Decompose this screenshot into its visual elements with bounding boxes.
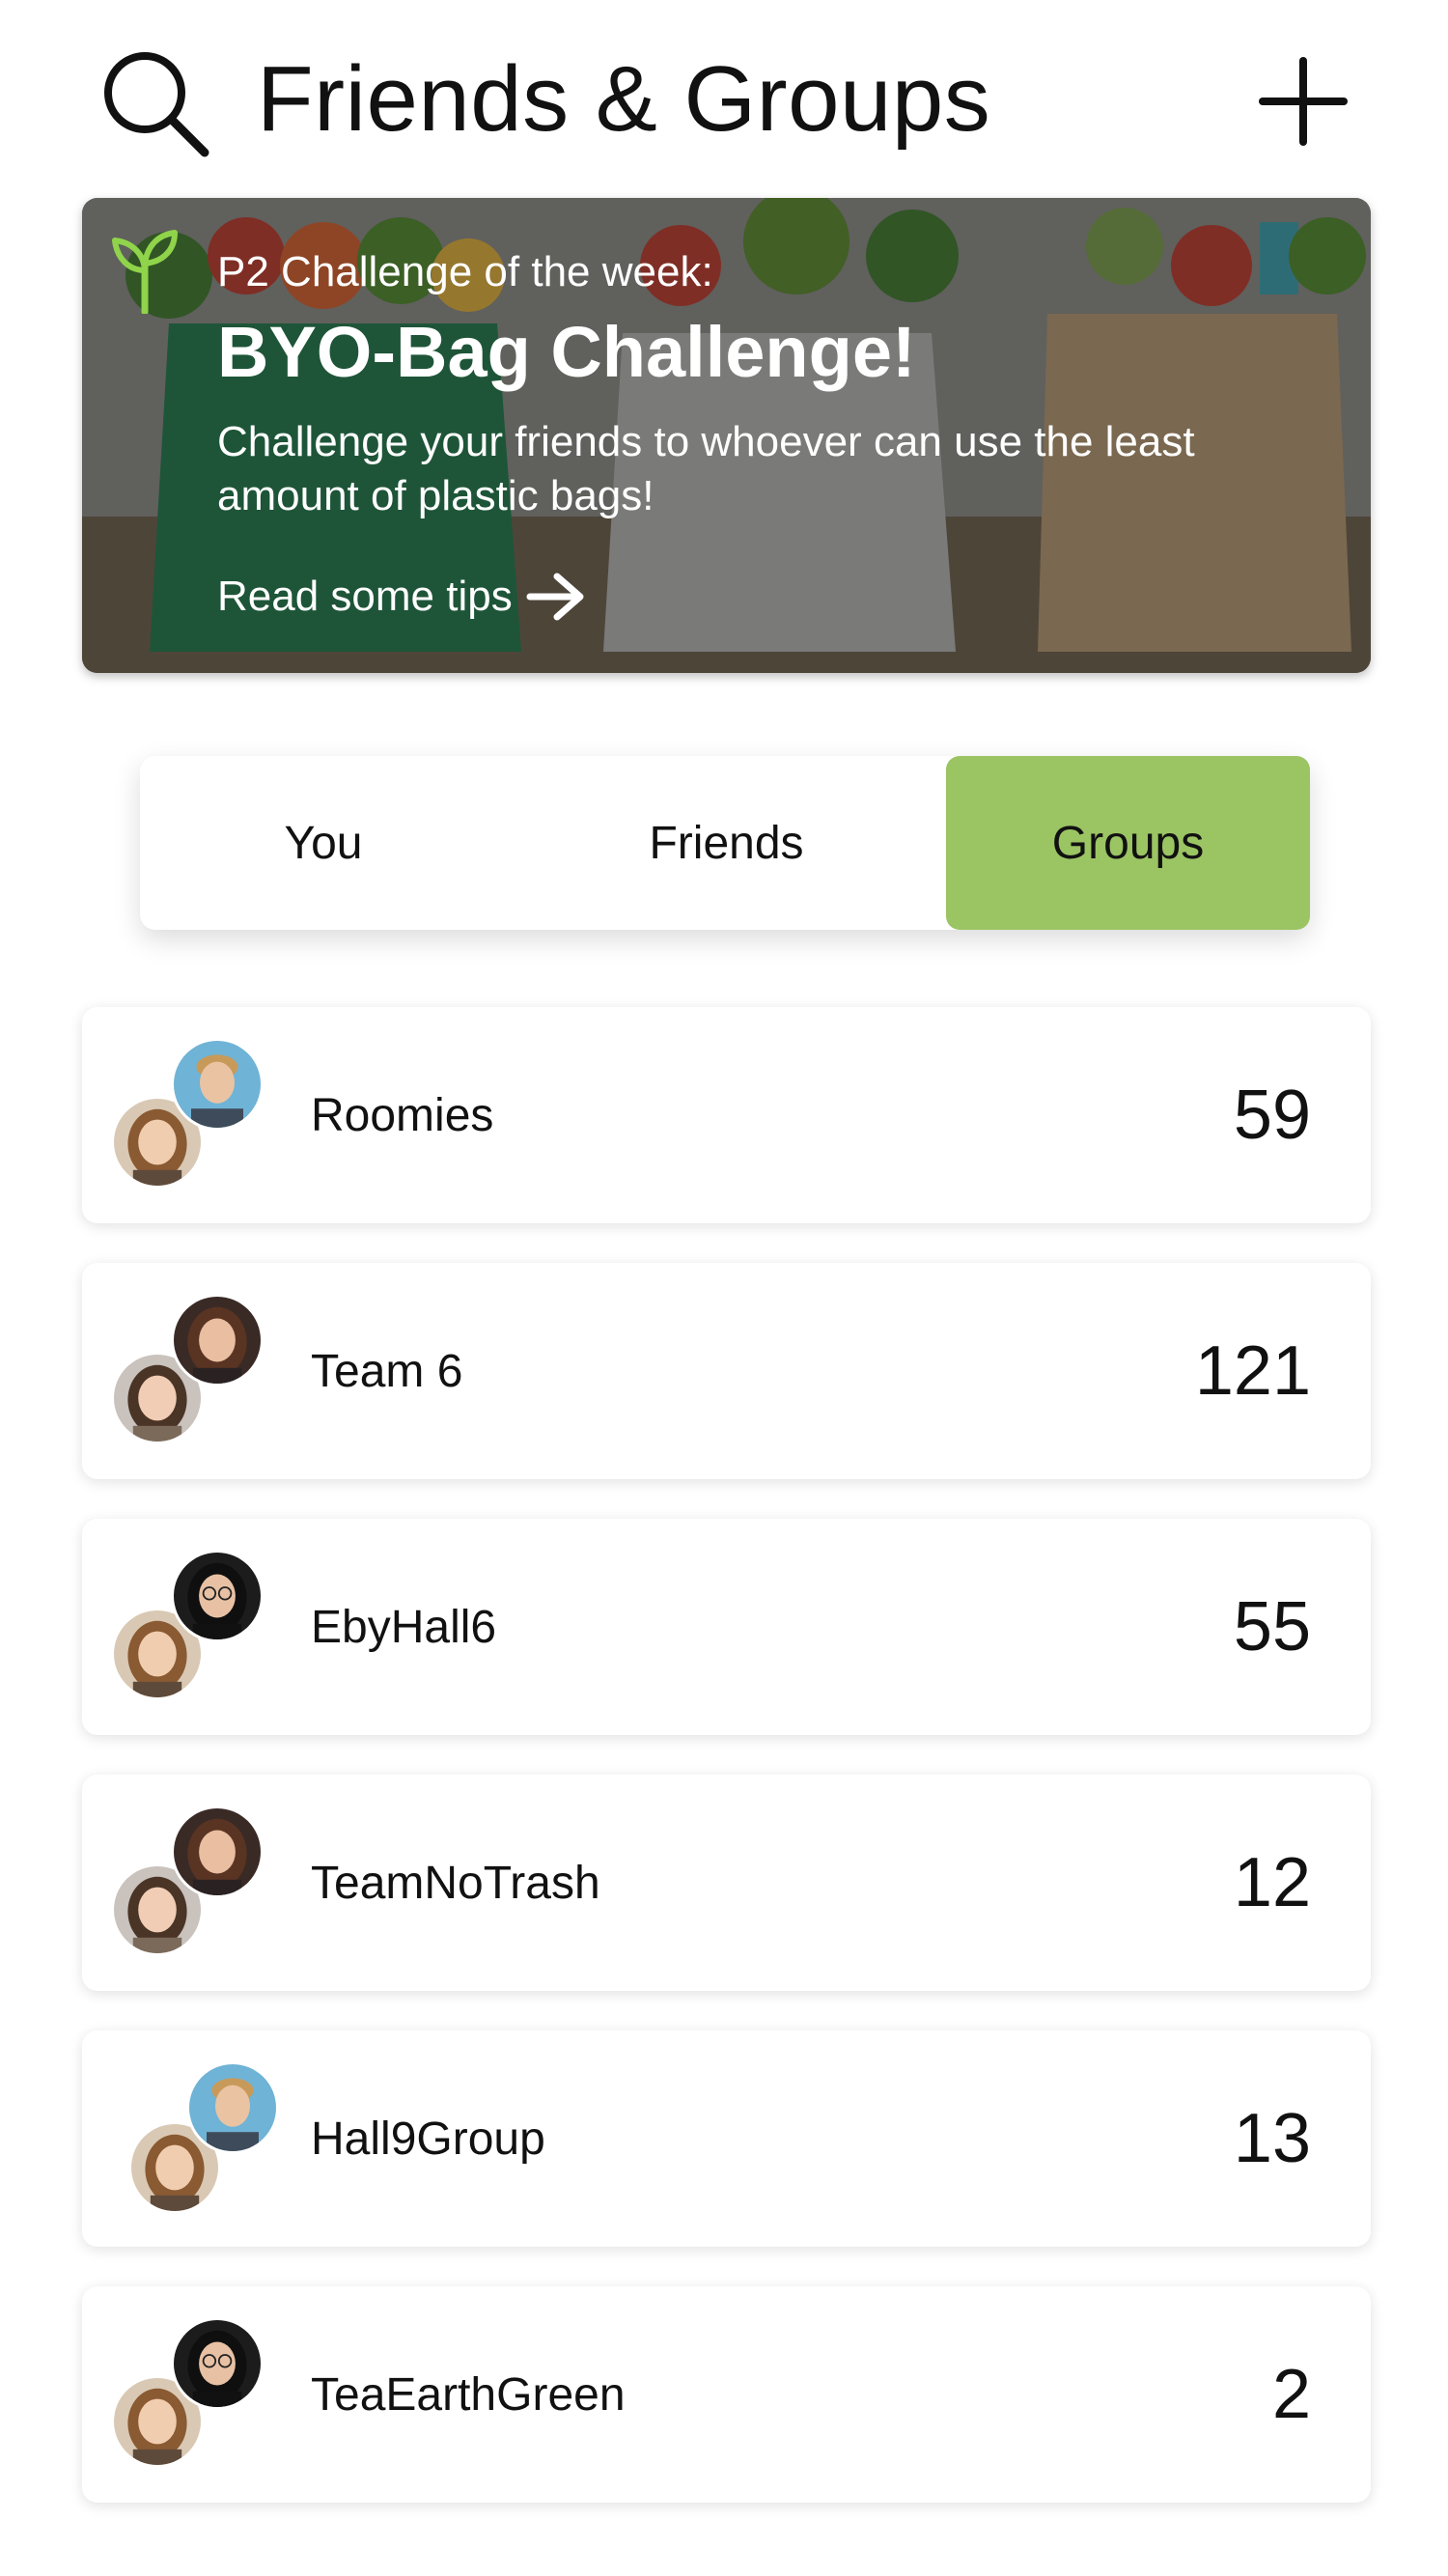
challenge-title: BYO-Bag Challenge! <box>217 312 916 392</box>
group-avatars <box>111 1294 275 1448</box>
man-blonde-avatar <box>186 2061 279 2154</box>
group-avatars <box>111 1550 275 1704</box>
group-card-roomies[interactable]: Roomies 59 <box>82 1007 1371 1223</box>
header: Friends & Groups <box>0 0 1448 198</box>
group-card-team-6[interactable]: Team 6 121 <box>82 1263 1371 1479</box>
group-score: 13 <box>1233 2100 1311 2177</box>
group-name: TeaEarthGreen <box>311 2368 626 2421</box>
woman-darkhair-avatar <box>171 1806 264 1898</box>
group-name: Roomies <box>311 1089 494 1141</box>
tab-groups[interactable]: Groups <box>946 756 1310 930</box>
woman-glasses-avatar <box>171 1550 264 1642</box>
search-icon <box>104 52 209 157</box>
group-name: Team 6 <box>311 1345 463 1397</box>
group-name: EbyHall6 <box>311 1601 497 1653</box>
tab-friends[interactable]: Friends <box>507 756 946 930</box>
group-name: TeamNoTrash <box>311 1857 600 1909</box>
group-score: 2 <box>1271 2356 1311 2433</box>
challenge-banner[interactable]: P2 Challenge of the week: BYO-Bag Challe… <box>82 198 1371 673</box>
group-score: 59 <box>1233 1077 1311 1154</box>
challenge-kicker: P2 Challenge of the week: <box>217 248 713 295</box>
read-tips-link[interactable]: Read some tips <box>217 573 586 621</box>
woman-glasses-avatar <box>171 2317 264 2410</box>
group-card-teamnotrash[interactable]: TeamNoTrash 12 <box>82 1775 1371 1991</box>
group-name: Hall9Group <box>311 2113 545 2165</box>
group-avatars <box>111 2317 275 2472</box>
group-avatars <box>111 1038 275 1192</box>
sprout-icon <box>112 230 178 314</box>
arrow-right-icon <box>526 573 584 621</box>
man-blonde-avatar <box>171 1038 264 1131</box>
add-group-button[interactable] <box>1255 53 1351 150</box>
tab-you[interactable]: You <box>140 756 507 930</box>
group-avatars <box>111 1806 275 1960</box>
group-score: 121 <box>1194 1332 1311 1410</box>
group-avatars <box>111 2061 279 2216</box>
woman-darkhair-avatar <box>171 1294 264 1386</box>
group-score: 55 <box>1233 1588 1311 1666</box>
challenge-description: Challenge your friends to whoever can us… <box>217 418 1195 519</box>
group-list: Roomies 59 Team 6 121 EbyHall6 55 TeamNo… <box>82 1007 1371 2542</box>
group-card-ebyhall6[interactable]: EbyHall6 55 <box>82 1519 1371 1735</box>
group-score: 12 <box>1233 1844 1311 1921</box>
search-button[interactable] <box>98 46 212 160</box>
page-title: Friends & Groups <box>257 47 991 151</box>
group-card-teaearthgreen[interactable]: TeaEarthGreen 2 <box>82 2286 1371 2503</box>
group-card-hall9group[interactable]: Hall9Group 13 <box>82 2030 1371 2247</box>
friends-groups-screen: Friends & Groups P2 Challenge of the wee… <box>0 0 1448 2576</box>
read-tips-label: Read some tips <box>217 573 513 620</box>
view-tabs: You Friends Groups <box>140 756 1310 930</box>
plus-icon <box>1259 57 1348 146</box>
